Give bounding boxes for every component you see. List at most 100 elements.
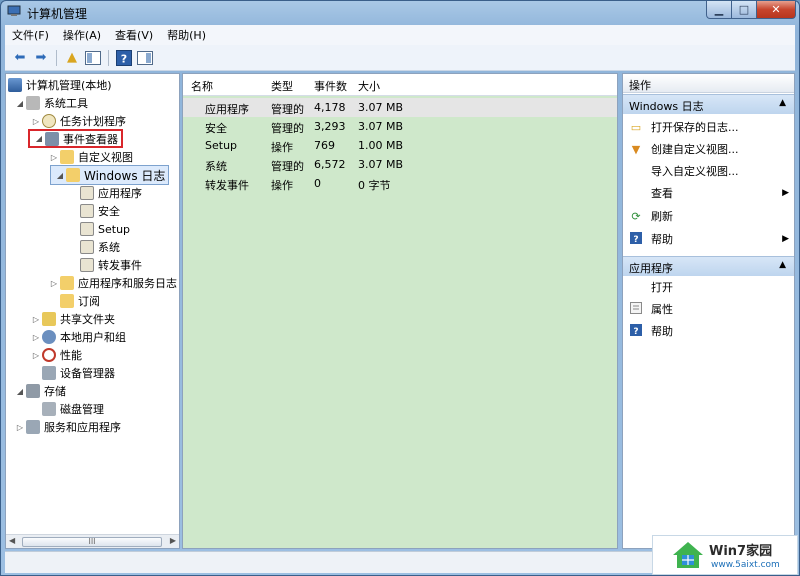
help-icon[interactable]: ? bbox=[115, 49, 133, 67]
tree-item-task-scheduler[interactable]: ▷ 任务计划程序 bbox=[30, 112, 126, 130]
action-open[interactable]: 打开 bbox=[629, 278, 789, 296]
scroll-thumb[interactable]: III bbox=[22, 537, 162, 547]
tree-item-device-manager[interactable]: 设备管理器 bbox=[42, 364, 115, 382]
table-row[interactable]: 转发事件 操作 0 0 字节 bbox=[183, 174, 617, 193]
cell-type: 操作 bbox=[271, 141, 293, 154]
log-list: 名称 类型 事件数 大小 应用程序 管理的 4,178 3.07 MB 安全 管… bbox=[182, 73, 618, 549]
tree-item-setup-log[interactable]: Setup bbox=[80, 220, 130, 238]
column-type[interactable]: 类型 bbox=[271, 78, 293, 94]
table-row[interactable]: Setup 操作 769 1.00 MB bbox=[183, 136, 617, 155]
actions-section-application[interactable]: 应用程序 ▲ bbox=[623, 256, 794, 276]
tree-item-shared-folders[interactable]: ▷ 共享文件夹 bbox=[30, 310, 115, 328]
cell-name: 系统 bbox=[205, 160, 227, 173]
tree-label: 任务计划程序 bbox=[60, 115, 126, 128]
actions-header: 操作 bbox=[623, 74, 794, 93]
computer-icon bbox=[8, 78, 22, 92]
collapsed-arrow-icon[interactable]: ▷ bbox=[30, 351, 42, 360]
tree-label: 自定义视图 bbox=[78, 151, 133, 164]
column-size[interactable]: 大小 bbox=[358, 78, 380, 94]
menu-view[interactable]: 查看(V) bbox=[108, 27, 160, 43]
tree-item-system-tools[interactable]: ◢ 系统工具 bbox=[14, 94, 88, 112]
collapse-caret-icon[interactable]: ▲ bbox=[779, 98, 786, 108]
table-row[interactable]: 安全 管理的 3,293 3.07 MB bbox=[183, 117, 617, 136]
tree-item-subscriptions[interactable]: 订阅 bbox=[60, 292, 100, 310]
cell-size: 3.07 MB bbox=[358, 101, 404, 114]
back-arrow-icon[interactable]: ⬅ bbox=[11, 49, 29, 67]
tree-label: Windows 日志 bbox=[84, 168, 166, 183]
tree-item-local-users[interactable]: ▷ 本地用户和组 bbox=[30, 328, 126, 346]
tree-item-services-apps[interactable]: ▷ 服务和应用程序 bbox=[14, 418, 121, 436]
expanded-arrow-icon[interactable]: ◢ bbox=[14, 99, 26, 108]
collapsed-arrow-icon[interactable]: ▷ bbox=[48, 279, 60, 288]
expanded-arrow-icon[interactable]: ◢ bbox=[33, 134, 45, 143]
menu-file[interactable]: 文件(F) bbox=[5, 27, 56, 43]
collapsed-arrow-icon[interactable]: ▷ bbox=[30, 117, 42, 126]
svg-text:?: ? bbox=[633, 327, 638, 336]
tree-item-app-service-logs[interactable]: ▷ 应用程序和服务日志 bbox=[48, 274, 177, 292]
scroll-right-arrow-icon[interactable]: ▶ bbox=[170, 536, 176, 545]
disk-icon bbox=[42, 402, 56, 416]
navigation-tree: 计算机管理(本地) ◢ 系统工具 ▷ 任务计划程序 ◢ 事件查看器 ▷ 自定义视… bbox=[5, 73, 180, 549]
cell-count: 3,293 bbox=[314, 120, 346, 133]
tree-label: 设备管理器 bbox=[60, 367, 115, 380]
menu-help[interactable]: 帮助(H) bbox=[160, 27, 213, 43]
window-title: 计算机管理 bbox=[27, 7, 88, 21]
table-row[interactable]: 应用程序 管理的 4,178 3.07 MB bbox=[183, 98, 617, 117]
tree-item-windows-logs[interactable]: ◢ Windows 日志 bbox=[50, 165, 170, 185]
show-action-pane-icon[interactable] bbox=[136, 49, 154, 67]
action-create-custom-view[interactable]: ▼ 创建自定义视图... bbox=[629, 140, 789, 158]
action-help-app[interactable]: ? 帮助 bbox=[629, 322, 789, 340]
action-properties[interactable]: 属性 bbox=[629, 300, 789, 318]
tree-label: 转发事件 bbox=[98, 259, 142, 272]
tree-item-event-viewer[interactable]: ◢ 事件查看器 bbox=[28, 129, 123, 148]
actions-section-windows-logs[interactable]: Windows 日志 ▲ bbox=[623, 94, 794, 114]
cell-count: 4,178 bbox=[314, 101, 346, 114]
tree-label: Setup bbox=[98, 222, 131, 236]
tree-item-disk-management[interactable]: 磁盘管理 bbox=[42, 400, 104, 418]
maximize-button[interactable]: □ bbox=[731, 1, 757, 19]
tree-item-custom-views[interactable]: ▷ 自定义视图 bbox=[48, 148, 133, 166]
forward-arrow-icon[interactable]: ➡ bbox=[32, 49, 50, 67]
action-refresh[interactable]: ⟳ 刷新 bbox=[629, 207, 789, 225]
close-button[interactable]: ✕ bbox=[756, 1, 796, 19]
action-label: 帮助 bbox=[651, 325, 673, 338]
help-icon: ? bbox=[629, 231, 643, 247]
column-event-count[interactable]: 事件数 bbox=[314, 78, 347, 94]
collapsed-arrow-icon[interactable]: ▷ bbox=[48, 153, 60, 162]
action-label: 帮助 bbox=[651, 233, 673, 246]
action-open-saved-log[interactable]: ▭ 打开保存的日志... bbox=[629, 118, 789, 136]
action-import-custom-view[interactable]: 导入自定义视图... bbox=[629, 162, 789, 180]
menu-action[interactable]: 操作(A) bbox=[56, 27, 108, 43]
computer-management-icon bbox=[7, 5, 21, 16]
tree-item-performance[interactable]: ▷ 性能 bbox=[30, 346, 82, 364]
action-label: 打开 bbox=[651, 281, 673, 294]
minimize-button[interactable]: ▁ bbox=[706, 1, 732, 19]
submenu-arrow-icon: ▶ bbox=[782, 234, 789, 244]
tree-item-forwarded-log[interactable]: 转发事件 bbox=[80, 256, 142, 274]
shared-folder-icon bbox=[42, 312, 56, 326]
tree-item-root[interactable]: 计算机管理(本地) bbox=[8, 76, 112, 94]
cell-type: 管理的 bbox=[271, 103, 304, 116]
tree-item-app-log[interactable]: 应用程序 bbox=[80, 184, 142, 202]
horizontal-scrollbar[interactable]: ◀ III ▶ bbox=[6, 534, 179, 548]
column-name[interactable]: 名称 bbox=[191, 78, 213, 94]
action-view[interactable]: 查看 ▶ bbox=[629, 184, 789, 202]
table-row[interactable]: 系统 管理的 6,572 3.07 MB bbox=[183, 155, 617, 174]
collapsed-arrow-icon[interactable]: ▷ bbox=[30, 333, 42, 342]
tree-item-system-log[interactable]: 系统 bbox=[80, 238, 120, 256]
tree-label: 订阅 bbox=[78, 295, 100, 308]
action-help[interactable]: ? 帮助 ▶ bbox=[629, 230, 789, 248]
expanded-arrow-icon[interactable]: ◢ bbox=[54, 171, 66, 180]
log-icon bbox=[80, 222, 94, 236]
users-icon bbox=[42, 330, 56, 344]
collapsed-arrow-icon[interactable]: ▷ bbox=[14, 423, 26, 432]
collapse-caret-icon[interactable]: ▲ bbox=[779, 260, 786, 270]
scroll-left-arrow-icon[interactable]: ◀ bbox=[9, 536, 15, 545]
subscription-icon bbox=[60, 294, 74, 308]
collapsed-arrow-icon[interactable]: ▷ bbox=[30, 315, 42, 324]
up-folder-icon[interactable]: ▲ bbox=[63, 49, 81, 67]
tree-item-security-log[interactable]: 安全 bbox=[80, 202, 120, 220]
expanded-arrow-icon[interactable]: ◢ bbox=[14, 387, 26, 396]
tree-item-storage[interactable]: ◢ 存储 bbox=[14, 382, 66, 400]
show-hide-tree-icon[interactable] bbox=[84, 49, 102, 67]
